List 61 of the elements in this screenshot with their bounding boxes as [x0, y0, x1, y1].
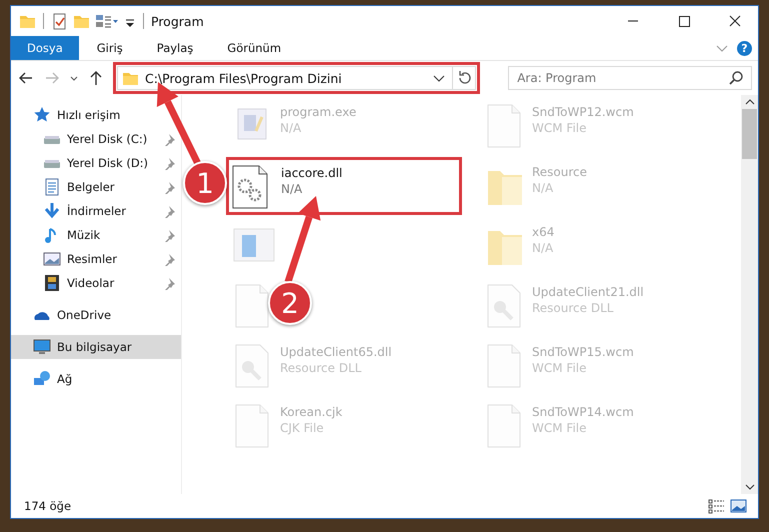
sidebar-item[interactable]: Belgeler [11, 175, 181, 199]
file-name: program.exe [280, 105, 356, 119]
search-icon[interactable] [728, 70, 744, 86]
checklist-icon[interactable] [51, 12, 68, 30]
file-type: WCM File [532, 421, 588, 435]
help-button[interactable]: ? [737, 40, 752, 56]
sidebar-item[interactable]: Müzik [11, 223, 181, 247]
sidebar-item[interactable]: Resimler [11, 247, 181, 271]
ribbon-tab[interactable]: Görünüm [211, 36, 298, 60]
film-icon [43, 274, 61, 292]
download-icon [43, 202, 61, 220]
pin-icon[interactable] [164, 132, 177, 146]
details-view-icon[interactable] [708, 498, 726, 514]
file-type: N/A [281, 182, 304, 196]
star-icon [33, 106, 51, 124]
scrollbar-thumb[interactable] [742, 109, 757, 159]
sidebar-item[interactable]: Ağ [11, 367, 181, 391]
ribbon-tab[interactable]: Paylaş [140, 36, 210, 60]
sidebar-item[interactable]: Yerel Disk (C:) [11, 127, 181, 151]
ribbon-tab[interactable]: Dosya [11, 36, 79, 60]
item-count: 174 öğe [24, 499, 72, 513]
search-field[interactable]: Ara: Program [508, 66, 752, 90]
file-name: SndToWP15.wcm [532, 345, 634, 359]
file-name: UpdateClient21.dll [532, 285, 644, 299]
file-name: x64 [532, 225, 554, 239]
file-type: N/A [532, 181, 554, 195]
pin-icon[interactable] [164, 276, 177, 290]
file-type: WCM File [532, 361, 588, 375]
sidebar-item[interactable]: İndirmeler [11, 199, 181, 223]
properties-icon[interactable] [95, 12, 119, 30]
ribbon-tab[interactable]: Giriş [80, 36, 139, 60]
sidebar-item[interactable]: Bu bilgisayar [11, 335, 181, 359]
computer-icon [33, 338, 51, 356]
file-type: CJK File [280, 421, 325, 435]
file-type: Resource DLL [280, 361, 362, 375]
file-type: WCM File [532, 121, 588, 135]
sidebar-item[interactable]: Hızlı erişim [11, 103, 181, 127]
scrollbar[interactable] [741, 95, 758, 494]
pin-icon[interactable] [164, 228, 177, 242]
sidebar-item[interactable]: OneDrive [11, 303, 181, 327]
pin-icon[interactable] [164, 180, 177, 194]
sidebar-item[interactable]: Yerel Disk (D:) [11, 151, 181, 175]
file-item[interactable]: iaccore.dll N/A [226, 157, 462, 215]
file-name: UpdateClient65.dll [280, 345, 392, 359]
file-type: N/A [532, 241, 554, 255]
pin-icon[interactable] [164, 252, 177, 266]
file-name: iaccore.dll [281, 166, 342, 180]
sidebar-item[interactable]: Videolar [11, 271, 181, 295]
window-title: Program [151, 14, 204, 28]
file-name: Korean.cjk [280, 405, 342, 419]
file-type: Resource DLL [532, 301, 614, 315]
network-icon [33, 370, 51, 388]
file-type: N/A [280, 121, 302, 135]
pin-icon[interactable] [164, 204, 177, 218]
file-name: SndToWP14.wcm [532, 405, 634, 419]
picture-icon [43, 250, 61, 268]
doc-icon [43, 178, 61, 196]
pin-icon[interactable] [164, 156, 177, 170]
file-name: Resource [532, 165, 588, 179]
file-name: SndToWP12.wcm [532, 105, 634, 119]
large-icons-view-icon[interactable] [730, 498, 748, 514]
